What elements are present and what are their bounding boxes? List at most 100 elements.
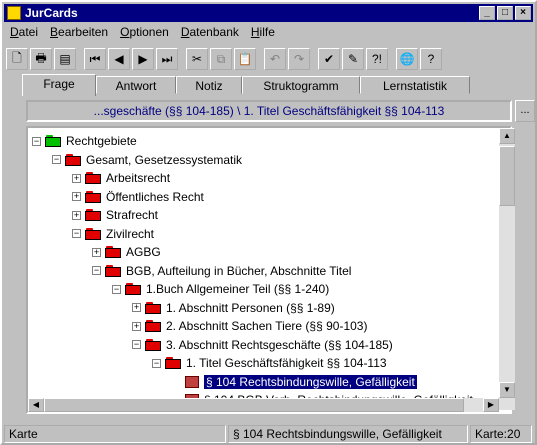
- web-icon[interactable]: 🌐: [396, 48, 418, 70]
- window-title: JurCards: [25, 6, 78, 20]
- maximize-button[interactable]: □: [497, 6, 513, 20]
- menu-datenbank[interactable]: Datenbank: [175, 24, 245, 42]
- tree-node-label: 1.Buch Allgemeiner Teil (§§ 1-240): [146, 282, 330, 296]
- new-icon[interactable]: 🗋: [6, 48, 28, 70]
- tab-frage[interactable]: Frage: [22, 74, 96, 96]
- tab-notiz[interactable]: Notiz: [176, 76, 242, 94]
- scroll-left-icon[interactable]: ◀: [28, 398, 44, 412]
- tree-node-label: AGBG: [126, 245, 161, 259]
- toolbar: 🗋 🖶 ▤ ⏮ ◀ ▶ ⏭ ✂ ⧉ 📋 ↶ ↷ ✔ ✎?! 🌐?: [4, 44, 533, 74]
- menu-datei[interactable]: Datei: [4, 24, 44, 42]
- prev-icon[interactable]: ◀: [108, 48, 130, 70]
- menu-bar: Datei Bearbeiten Optionen Datenbank Hilfe: [4, 24, 281, 42]
- tree-node-label: Strafrecht: [106, 208, 159, 222]
- expand-icon[interactable]: +: [72, 210, 81, 220]
- tree-node[interactable]: − 1. Titel Geschäftsfähigkeit §§ 104-113: [152, 354, 387, 372]
- tree-node[interactable]: § 104 Rechtsbindungswille, Gefälligkeit: [172, 373, 418, 391]
- expand-icon[interactable]: +: [72, 173, 81, 183]
- menu-optionen[interactable]: Optionen: [114, 24, 175, 42]
- scroll-up-icon[interactable]: ▲: [499, 128, 515, 144]
- check-edit-icon[interactable]: ✎: [342, 48, 364, 70]
- open-folder-icon: [165, 357, 181, 369]
- expand-icon[interactable]: +: [72, 192, 81, 201]
- title-bar[interactable]: JurCards _ □ ×: [4, 4, 533, 22]
- copy-icon[interactable]: ⧉: [210, 48, 232, 70]
- quiz-icon[interactable]: ?!: [366, 48, 388, 70]
- minimize-button[interactable]: _: [479, 6, 495, 20]
- tab-strip: Frage Antwort Notiz Struktogramm Lernstatist…: [22, 74, 470, 96]
- document-icon: [185, 375, 199, 388]
- tree-node-label: Rechtgebiete: [66, 134, 137, 148]
- collapse-icon[interactable]: −: [52, 155, 61, 164]
- check-icon[interactable]: ✔: [318, 48, 340, 70]
- scroll-right-icon[interactable]: ▶: [483, 398, 499, 412]
- expand-icon[interactable]: +: [92, 247, 101, 257]
- collapse-icon[interactable]: −: [72, 229, 81, 238]
- menu-mnemonic: B: [50, 25, 59, 39]
- status-right: Karte:20: [470, 425, 532, 443]
- tree-node-label: Arbeitsrecht: [106, 171, 171, 185]
- help-icon[interactable]: ?: [420, 48, 442, 70]
- tree-node[interactable]: − 3. Abschnitt Rechtsgeschäfte (§§ 104-18…: [132, 336, 393, 354]
- paste-icon[interactable]: 📋: [234, 48, 256, 70]
- folder-icon: [85, 190, 101, 203]
- tree-node-label: 3. Abschnitt Rechtsgeschäfte (§§ 104-185…: [166, 337, 393, 352]
- tree-node[interactable]: + Öffentliches Recht: [72, 188, 204, 206]
- vertical-scrollbar[interactable]: ▲ ▼: [499, 128, 515, 410]
- tree-node[interactable]: + Strafrecht: [72, 206, 158, 224]
- first-icon[interactable]: ⏮: [84, 48, 106, 70]
- menu-label: atei: [18, 25, 39, 39]
- last-icon[interactable]: ⏭: [156, 48, 178, 70]
- collapse-icon[interactable]: −: [152, 358, 161, 368]
- tree-node-label: § 104 Rechtsbindungswille, Gefälligkeit: [203, 373, 418, 390]
- close-button[interactable]: ×: [515, 6, 531, 20]
- tree-node-label: Öffentliches Recht: [106, 189, 204, 204]
- expand-icon[interactable]: +: [132, 321, 141, 331]
- cards-icon[interactable]: ▤: [54, 48, 76, 70]
- tree-node-label: Zivilrecht: [106, 226, 155, 241]
- folder-icon: [105, 246, 121, 258]
- tab-lernstatistik[interactable]: Lernstatistik: [360, 76, 470, 94]
- tree-node[interactable]: − 1.Buch Allgemeiner Teil (§§ 1-240): [112, 280, 329, 298]
- horizontal-scrollbar[interactable]: ◀ ▶: [28, 398, 499, 412]
- tab-struktogramm[interactable]: Struktogramm: [242, 76, 360, 94]
- vertical-scroll-thumb[interactable]: [499, 146, 515, 206]
- tree-node[interactable]: +1. Abschnitt Personen (§§ 1-89): [132, 299, 335, 317]
- collapse-icon[interactable]: −: [112, 284, 121, 294]
- menu-label: ilfe: [259, 25, 275, 39]
- tree-node-label: BGB, Aufteilung in Bücher, Abschnitte Ti…: [126, 263, 352, 278]
- menu-label: earbeiten: [58, 25, 109, 39]
- cut-icon[interactable]: ✂: [186, 48, 208, 70]
- undo-icon[interactable]: ↶: [264, 48, 286, 70]
- print-icon[interactable]: 🖶: [30, 48, 52, 70]
- tree-node[interactable]: + AGBG: [92, 243, 161, 261]
- folder-icon: [65, 153, 81, 166]
- tab-antwort[interactable]: Antwort: [96, 76, 176, 94]
- expand-icon[interactable]: +: [132, 303, 141, 312]
- folder-icon: [125, 283, 141, 295]
- tree-node-label: Gesamt, Gesetzessystematik: [86, 152, 243, 167]
- tree-node[interactable]: + Arbeitsrecht: [72, 169, 170, 187]
- collapse-icon[interactable]: −: [32, 136, 41, 146]
- folder-icon: [45, 135, 61, 147]
- tree-node[interactable]: − Rechtgebiete: [32, 132, 137, 150]
- tree-node[interactable]: +2. Abschnitt Sachen Tiere (§§ 90-103): [132, 317, 367, 335]
- scroll-down-icon[interactable]: ▼: [499, 382, 515, 398]
- horizontal-scroll-thumb[interactable]: [44, 398, 464, 412]
- menu-mnemonic: H: [250, 25, 260, 39]
- menu-hilfe[interactable]: Hilfe: [245, 24, 281, 42]
- tree-node[interactable]: − BGB, Aufteilung in Bücher, Abschnitte T…: [92, 262, 351, 280]
- folder-icon: [85, 172, 101, 184]
- menu-bearbeiten[interactable]: Bearbeiten: [44, 24, 114, 42]
- next-icon[interactable]: ▶: [132, 48, 154, 70]
- path-browse-button[interactable]: ...: [515, 100, 535, 122]
- tree-view[interactable]: − Rechtgebiete − Gesamt, Gesetzessystematik…: [26, 126, 512, 414]
- tree-node[interactable]: − Zivilrecht: [72, 225, 154, 243]
- redo-icon[interactable]: ↷: [288, 48, 310, 70]
- collapse-icon[interactable]: −: [132, 340, 141, 349]
- folder-icon: [105, 264, 121, 277]
- collapse-icon[interactable]: −: [92, 266, 101, 275]
- folder-icon: [85, 209, 101, 221]
- tree-node-label: 2. Abschnitt Sachen Tiere (§§ 90-103): [166, 319, 368, 333]
- tree-node[interactable]: − Gesamt, Gesetzessystematik: [52, 151, 242, 169]
